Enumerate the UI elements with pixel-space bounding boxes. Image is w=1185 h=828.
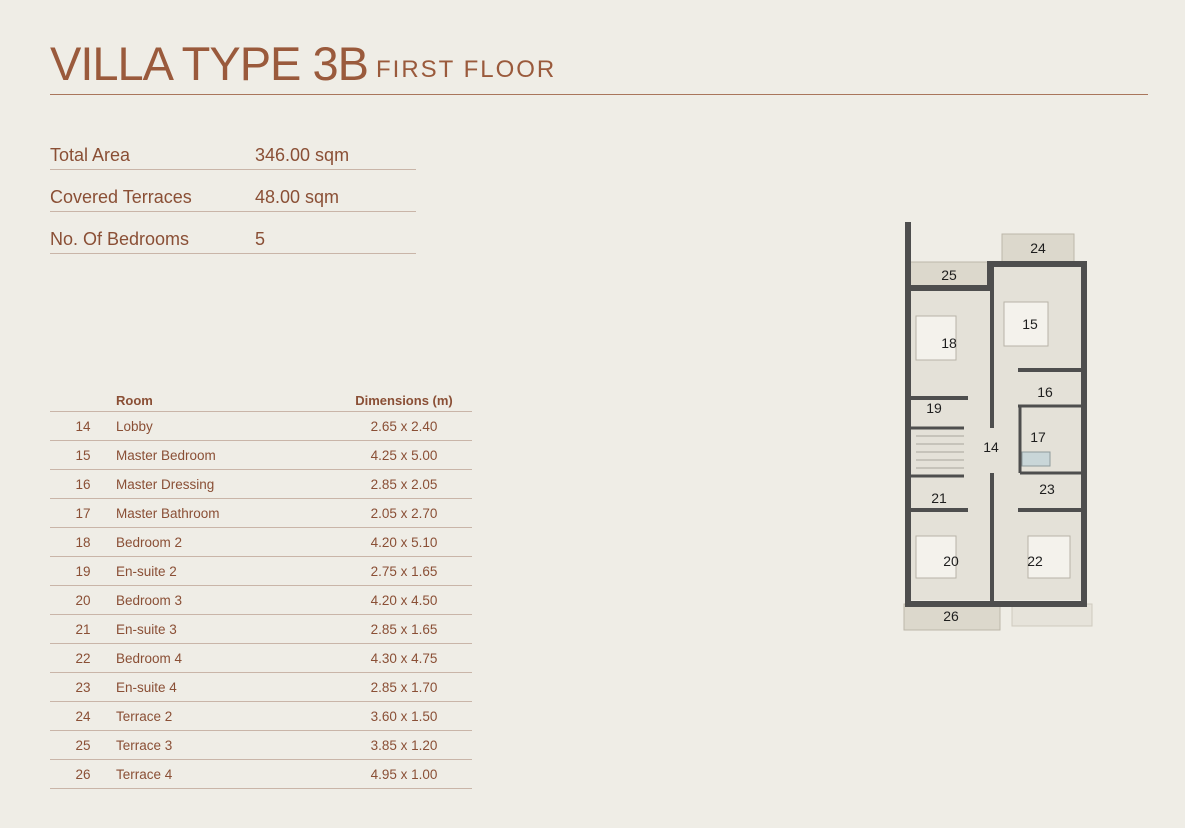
room-dimensions: 2.75 x 1.65 [306,556,472,586]
room-number: 21 [50,614,116,644]
room-dimensions: 2.65 x 2.40 [306,411,472,441]
room-name: Lobby [116,411,306,441]
table-row: 26 Terrace 4 4.95 x 1.00 [50,759,472,789]
table-header-row: Room Dimensions (m) [50,389,472,412]
summary-row-covered-terraces: Covered Terraces 48.00 sqm [50,185,416,212]
terrace-edge [1011,603,1093,627]
table-row: 23 En-suite 4 2.85 x 1.70 [50,672,472,702]
room-label-25: 25 [941,267,957,283]
room-name: Master Bedroom [116,440,306,470]
floor-subtitle: FIRST FLOOR [376,56,557,83]
summary-row-bedrooms: No. Of Bedrooms 5 [50,227,416,254]
table-row: 22 Bedroom 4 4.30 x 4.75 [50,643,472,673]
bathtub [1021,451,1051,467]
room-label-23: 23 [1039,481,1055,497]
table-row: 15 Master Bedroom 4.25 x 5.00 [50,440,472,470]
room-dimensions: 4.95 x 1.00 [306,759,472,789]
room-name: Master Dressing [116,469,306,499]
room-number: 16 [50,469,116,499]
room-label-24: 24 [1030,240,1046,256]
table-row: 21 En-suite 3 2.85 x 1.65 [50,614,472,644]
table-row: 20 Bedroom 3 4.20 x 4.50 [50,585,472,615]
room-name: En-suite 3 [116,614,306,644]
villa-title: VILLA TYPE 3B [50,37,369,90]
room-name: Bedroom 4 [116,643,306,673]
room-dimensions: 3.85 x 1.20 [306,730,472,760]
summary-label: Covered Terraces [50,187,192,207]
room-dimensions: 3.60 x 1.50 [306,701,472,731]
column-header-room: Room [116,389,306,412]
table-row: 24 Terrace 2 3.60 x 1.50 [50,701,472,731]
room-label-21: 21 [931,490,947,506]
floor-plan: 24 25 15 18 16 19 14 17 23 21 20 22 26 [903,222,1093,631]
summary-value: 346.00 sqm [255,145,350,165]
table-row: 16 Master Dressing 2.85 x 2.05 [50,469,472,499]
room-label-18: 18 [941,335,957,351]
room-number: 22 [50,643,116,673]
room-number: 25 [50,730,116,760]
room-label-14: 14 [983,439,999,455]
table-row: 17 Master Bathroom 2.05 x 2.70 [50,498,472,528]
room-number: 17 [50,498,116,528]
room-number: 15 [50,440,116,470]
room-dimensions: 2.85 x 1.70 [306,672,472,702]
room-number: 24 [50,701,116,731]
room-name: Terrace 4 [116,759,306,789]
room-dimensions-table: Room Dimensions (m) 14 Lobby 2.65 x 2.40 1… [50,389,472,789]
room-dimensions: 4.30 x 4.75 [306,643,472,673]
column-header-dimensions: Dimensions (m) [306,389,472,412]
room-dimensions: 2.05 x 2.70 [306,498,472,528]
page-header: VILLA TYPE 3B FIRST FLOOR [50,36,1148,95]
room-number: 20 [50,585,116,615]
table-row: 14 Lobby 2.65 x 2.40 [50,411,472,441]
area-summary: Total Area 346.00 sqm Covered Terraces 4… [50,143,416,269]
room-label-26: 26 [943,608,959,624]
room-name: Bedroom 3 [116,585,306,615]
room-label-19: 19 [926,400,942,416]
room-name: En-suite 2 [116,556,306,586]
room-dimensions: 4.20 x 4.50 [306,585,472,615]
room-dimensions: 4.25 x 5.00 [306,440,472,470]
room-name: Bedroom 2 [116,527,306,557]
room-label-17: 17 [1030,429,1046,445]
summary-value: 5 [255,229,266,249]
room-number: 26 [50,759,116,789]
room-dimensions: 4.20 x 5.10 [306,527,472,557]
table-row: 19 En-suite 2 2.75 x 1.65 [50,556,472,586]
room-label-15: 15 [1022,316,1038,332]
column-header-number [50,389,116,412]
room-dimensions: 2.85 x 2.05 [306,469,472,499]
room-label-22: 22 [1027,553,1043,569]
summary-label: Total Area [50,145,131,165]
room-name: En-suite 4 [116,672,306,702]
table-row: 25 Terrace 3 3.85 x 1.20 [50,730,472,760]
room-name: Master Bathroom [116,498,306,528]
room-number: 19 [50,556,116,586]
summary-value: 48.00 sqm [255,187,340,207]
room-label-20: 20 [943,553,959,569]
room-dimensions: 2.85 x 1.65 [306,614,472,644]
room-name: Terrace 2 [116,701,306,731]
room-number: 18 [50,527,116,557]
summary-label: No. Of Bedrooms [50,229,190,249]
room-number: 23 [50,672,116,702]
room-name: Terrace 3 [116,730,306,760]
table-row: 18 Bedroom 2 4.20 x 5.10 [50,527,472,557]
room-number: 14 [50,411,116,441]
summary-row-total-area: Total Area 346.00 sqm [50,143,416,170]
room-label-16: 16 [1037,384,1053,400]
